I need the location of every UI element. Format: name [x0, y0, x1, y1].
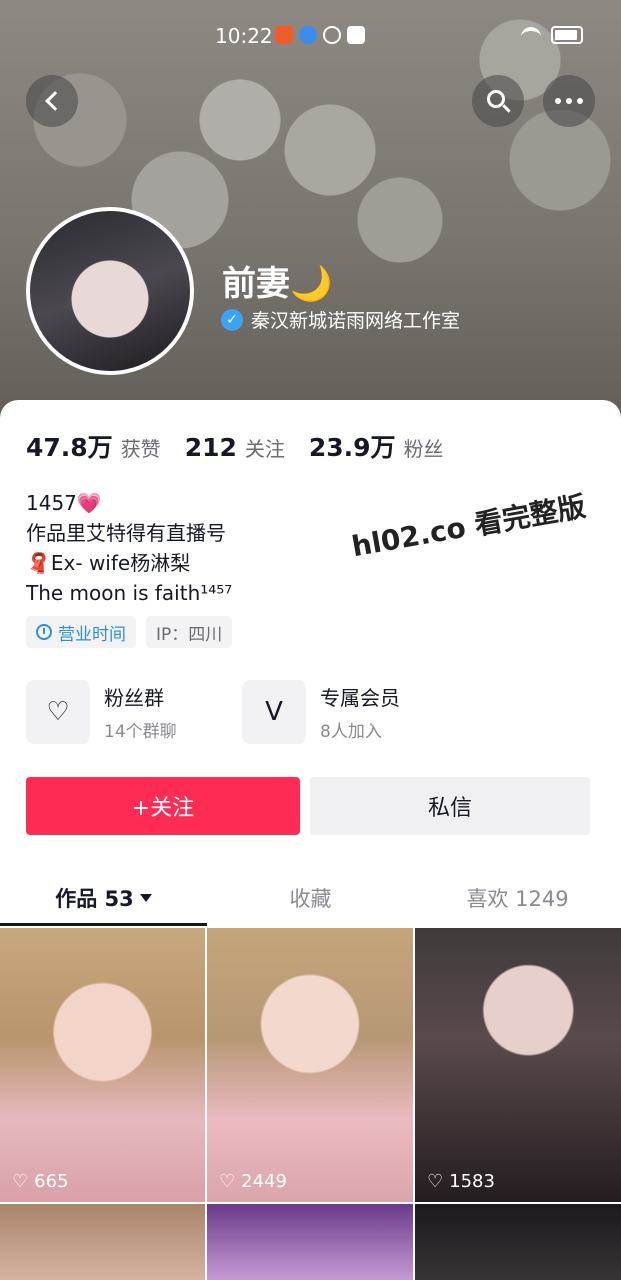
clock-icon	[36, 624, 52, 640]
stat-value: 23.9万	[308, 433, 396, 462]
tab-likes-label: 喜欢 1249	[466, 887, 569, 911]
bio-line: 🧣Ex- wife杨淋梨	[26, 551, 191, 575]
bio-line: 1457💗	[26, 491, 102, 515]
follow-button[interactable]: +关注	[26, 777, 300, 835]
verified-org[interactable]: ✓ 秦汉新城诺雨网络工作室	[221, 306, 460, 333]
profile-bio: 1457💗 作品里艾特得有直播号 🧣Ex- wife杨淋梨 The moon i…	[26, 488, 232, 608]
ip-location-tag: IP：四川	[146, 616, 233, 648]
like-count-value: 1583	[449, 1171, 495, 1192]
profile-tags: 营业时间 IP：四川	[26, 616, 233, 648]
profile-stats: 47.8万 获赞 212 关注 23.9万 粉丝	[26, 428, 444, 464]
search-icon	[487, 90, 505, 108]
fan-group-title: 粉丝群	[104, 686, 164, 710]
tab-likes[interactable]: 喜欢 1249	[414, 870, 621, 926]
ip-location-label: IP：四川	[156, 624, 223, 645]
stat-label: 粉丝	[403, 437, 444, 461]
status-notification-icons	[275, 26, 365, 44]
membership-count: 8人加入	[320, 722, 382, 742]
back-button[interactable]	[26, 75, 78, 127]
membership-title: 专属会员	[320, 686, 400, 710]
status-bar: 10:22	[0, 22, 621, 52]
like-count-value: 665	[34, 1171, 69, 1192]
video-thumbnail[interactable]	[207, 1204, 413, 1280]
avatar[interactable]	[26, 207, 194, 375]
battery-icon	[551, 26, 583, 44]
fan-group-count: 14个群聊	[104, 722, 177, 742]
more-dots-icon	[555, 98, 583, 104]
membership-entry[interactable]: V 专属会员 8人加入	[242, 680, 502, 744]
heart-icon: ♡	[12, 1170, 29, 1192]
like-count-value: 2449	[241, 1171, 287, 1192]
hotspot-icon	[323, 26, 341, 44]
stat-value: 47.8万	[26, 433, 113, 462]
stat-label: 关注	[244, 437, 285, 461]
like-count: ♡ 665	[12, 1171, 69, 1192]
business-hours-tag[interactable]: 营业时间	[26, 616, 136, 648]
message-button[interactable]: 私信	[310, 777, 590, 835]
search-button[interactable]	[472, 75, 524, 127]
tab-favorites[interactable]: 收藏	[207, 870, 414, 926]
chevron-left-icon	[45, 91, 65, 111]
video-grid: ♡ 665 ♡ 2449 ♡ 1583	[0, 928, 621, 1280]
status-right	[521, 26, 583, 44]
stat-followers[interactable]: 23.9万 粉丝	[309, 428, 444, 464]
business-hours-label: 营业时间	[58, 624, 126, 645]
bio-line: The moon is faith¹⁴⁵⁷	[26, 581, 233, 605]
more-button[interactable]	[543, 75, 595, 127]
stat-likes: 47.8万 获赞	[26, 428, 161, 464]
video-thumbnail[interactable]: ♡ 665	[0, 928, 205, 1202]
profile-actions: +关注 私信	[26, 777, 590, 835]
app-notification-icon	[275, 26, 293, 44]
tab-works[interactable]: 作品 53	[0, 870, 207, 926]
stat-following[interactable]: 212 关注	[185, 433, 285, 462]
video-thumbnail[interactable]	[0, 1204, 205, 1280]
heart-icon: ♡	[427, 1170, 444, 1192]
verified-org-name: 秦汉新城诺雨网络工作室	[251, 310, 461, 332]
verified-check-icon: ✓	[221, 308, 243, 331]
fan-group-entry[interactable]: ♡ 粉丝群 14个群聊	[26, 680, 242, 744]
stat-label: 获赞	[120, 437, 161, 461]
heart-icon: ♡	[219, 1170, 236, 1192]
wifi-icon	[521, 27, 541, 43]
caret-down-icon	[139, 894, 152, 902]
tab-favorites-label: 收藏	[289, 887, 332, 911]
membership-icon: V	[242, 680, 306, 744]
bio-line: 作品里艾特得有直播号	[26, 521, 226, 545]
upload-icon	[347, 26, 365, 44]
profile-nickname: 前妻🌙	[222, 264, 333, 304]
video-thumbnail[interactable]	[415, 1204, 621, 1280]
video-thumbnail[interactable]: ♡ 1583	[415, 928, 621, 1202]
profile-groups: ♡ 粉丝群 14个群聊 V 专属会员 8人加入	[26, 680, 596, 744]
video-thumbnail[interactable]: ♡ 2449	[207, 928, 413, 1202]
status-time: 10:22	[215, 24, 273, 48]
like-count: ♡ 1583	[427, 1171, 495, 1192]
content-tabs: 作品 53 收藏 喜欢 1249	[0, 870, 621, 926]
tab-works-label: 作品 53	[55, 887, 134, 911]
like-count: ♡ 2449	[219, 1171, 287, 1192]
browser-notification-icon	[299, 26, 317, 44]
stat-value: 212	[184, 433, 237, 462]
fan-group-icon: ♡	[26, 680, 90, 744]
